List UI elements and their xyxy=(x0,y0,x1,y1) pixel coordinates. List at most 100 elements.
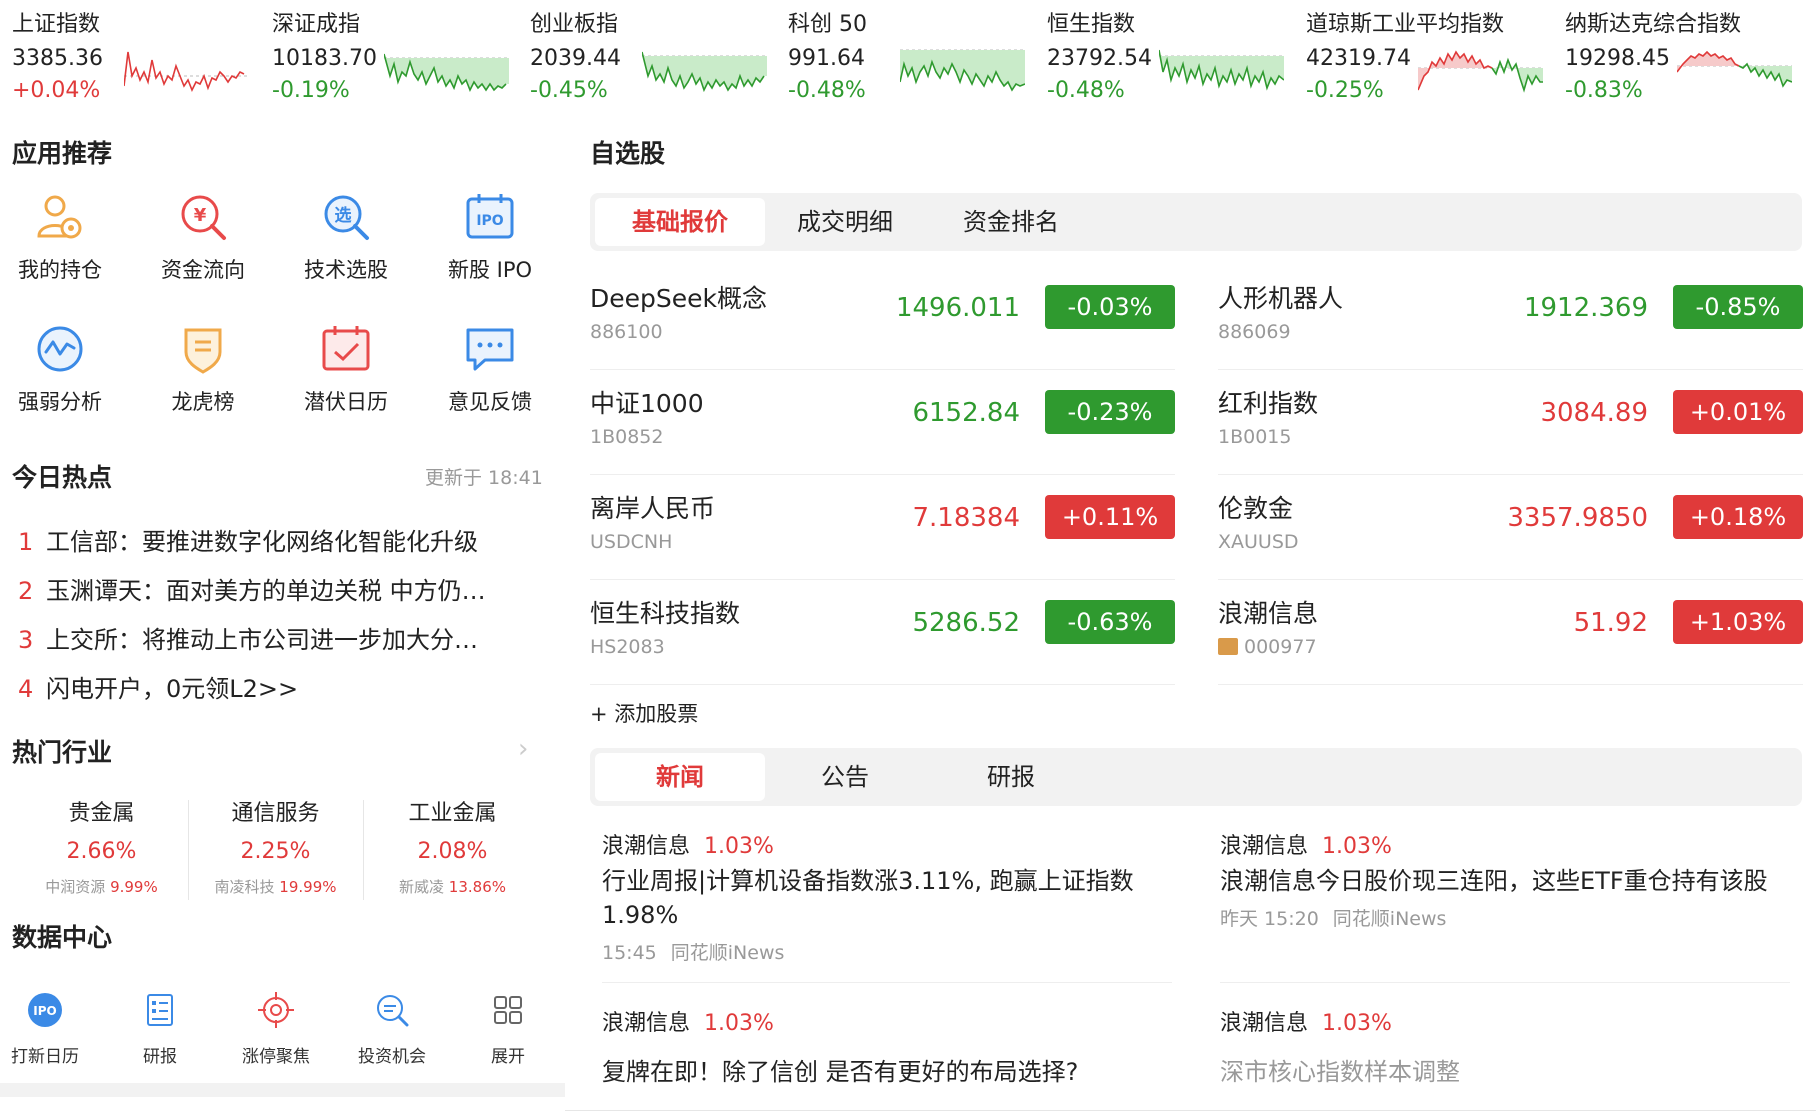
hot-news-text: 工信部：要推进数字化网络化智能化升级 xyxy=(46,528,478,556)
watchlist-row[interactable]: 恒生科技指数 HS2083 5286.52 -0.63% xyxy=(590,580,1175,685)
news-title: 复牌在即！除了信创 是否有更好的布局选择? xyxy=(602,1058,1079,1086)
hot-news-item[interactable]: 1 工信部：要推进数字化网络化智能化升级 xyxy=(18,522,538,557)
app-label: 潜伏日历 xyxy=(304,390,388,414)
hot-news-rank: 3 xyxy=(18,626,34,654)
index-change: -0.45% xyxy=(530,78,608,103)
app-label: 技术选股 xyxy=(304,258,388,282)
hot-news-item[interactable]: 2 玉渊谭天：面对美方的单边关税 中方仍… xyxy=(18,571,538,606)
tab-announcements[interactable]: 公告 xyxy=(760,753,930,801)
news-item[interactable]: 浪潮信息 1.03% 复牌在即！除了信创 是否有更好的布局选择? xyxy=(602,1005,1177,1089)
hot-section-title: 今日热点 xyxy=(12,463,113,492)
industry-card[interactable]: 工业金属 2.08% 新威凌 13.86% xyxy=(365,795,540,897)
calendar-icon xyxy=(322,326,370,371)
app-calendar[interactable]: 潜伏日历 xyxy=(286,322,406,416)
index-card[interactable]: 上证指数 3385.36 +0.04% xyxy=(12,6,270,106)
index-value: 10183.70 xyxy=(272,46,377,71)
ipo-icon: IPO xyxy=(466,194,514,239)
add-stock-button[interactable]: + 添加股票 xyxy=(590,698,698,728)
index-sparkline xyxy=(124,51,249,92)
index-value: 42319.74 xyxy=(1306,46,1411,71)
app-label: 资金流向 xyxy=(161,258,245,282)
industry-name: 贵金属 xyxy=(68,801,135,826)
tab-trade-detail[interactable]: 成交明细 xyxy=(760,198,930,246)
stock-name: 恒生科技指数 xyxy=(590,599,741,628)
index-change: -0.19% xyxy=(272,78,350,103)
report-icon xyxy=(147,994,173,1026)
stock-change-badge: -0.23% xyxy=(1045,390,1175,434)
stock-price: 5286.52 xyxy=(912,608,1020,638)
datacenter-item-expand[interactable]: 展开 xyxy=(458,990,558,1067)
datacenter-item-opportunity[interactable]: 投资机会 xyxy=(342,990,442,1067)
news-item[interactable]: 浪潮信息 1.03% 浪潮信息今日股价现三连阳，这些ETF重仓持有该股 昨天 15… xyxy=(1220,828,1795,931)
app-money-flow[interactable]: ¥ 资金流向 xyxy=(143,190,263,284)
datacenter-label: 投资机会 xyxy=(358,1047,426,1067)
app-label: 强弱分析 xyxy=(18,390,102,414)
news-meta: 15:45 同花顺iNews xyxy=(602,942,785,964)
watchlist-row[interactable]: 人形机器人 886069 1912.369 -0.85% xyxy=(1218,265,1803,370)
tab-capital-ranking[interactable]: 资金排名 xyxy=(926,198,1096,246)
index-card[interactable]: 纳斯达克综合指数 19298.45 -0.83% xyxy=(1565,6,1816,106)
watchlist-row[interactable]: 红利指数 1B0015 3084.89 +0.01% xyxy=(1218,370,1803,475)
stock-code: 886100 xyxy=(590,321,663,343)
news-item[interactable]: 浪潮信息 1.03% 深市核心指数样本调整 xyxy=(1220,1005,1795,1089)
app-stock-picker[interactable]: 选 技术选股 xyxy=(286,190,406,284)
index-card[interactable]: 恒生指数 23792.54 -0.48% xyxy=(1047,6,1305,106)
index-card[interactable]: 深证成指 10183.70 -0.19% xyxy=(272,6,530,106)
watchlist-row[interactable]: DeepSeek概念 886100 1496.011 -0.03% xyxy=(590,265,1175,370)
chevron-right-icon[interactable]: › xyxy=(518,734,528,764)
index-name: 上证指数 xyxy=(12,12,101,37)
strength-analysis-icon xyxy=(37,326,83,372)
app-strength-analysis[interactable]: 强弱分析 xyxy=(0,322,120,416)
news-item[interactable]: 浪潮信息 1.03% 行业周报|计算机设备指数涨3.11%, 跑赢上证指数1.98… xyxy=(602,828,1177,965)
app-dragon-tiger[interactable]: 龙虎榜 xyxy=(143,322,263,416)
index-change: +0.04% xyxy=(12,78,101,103)
news-title: 浪潮信息今日股价现三连阳，这些ETF重仓持有该股 xyxy=(1220,867,1768,895)
stock-name: 伦敦金 xyxy=(1218,494,1294,523)
tab-news[interactable]: 新闻 xyxy=(595,753,765,801)
hot-news-item[interactable]: 4 闪电开户，0元领L2>> xyxy=(18,669,538,704)
tab-research[interactable]: 研报 xyxy=(926,753,1096,801)
money-flow-icon: ¥ xyxy=(181,195,226,240)
app-ipo[interactable]: IPO 新股 IPO xyxy=(430,190,550,284)
svg-text:¥: ¥ xyxy=(194,205,207,226)
industry-name: 工业金属 xyxy=(408,801,497,826)
datacenter-label: 研报 xyxy=(143,1047,177,1067)
stock-code-with-badge: 000977 xyxy=(1218,636,1317,658)
index-sparkline xyxy=(642,51,767,93)
watchlist-row[interactable]: 中证1000 1B0852 6152.84 -0.23% xyxy=(590,370,1175,475)
index-name: 恒生指数 xyxy=(1047,12,1136,37)
svg-text:IPO: IPO xyxy=(33,1004,56,1018)
stock-change-badge: +1.03% xyxy=(1673,600,1803,644)
divider xyxy=(602,982,1172,983)
datacenter-item-limit-up[interactable]: 涨停聚焦 xyxy=(226,990,326,1067)
hot-news-item[interactable]: 3 上交所：将推动上市公司进一步加大分… xyxy=(18,620,538,655)
watchlist-row[interactable]: 浪潮信息 000977 51.92 +1.03% xyxy=(1218,580,1803,685)
index-card[interactable]: 道琼斯工业平均指数 42319.74 -0.25% xyxy=(1306,6,1564,106)
datacenter-item-report[interactable]: 研报 xyxy=(110,990,210,1067)
watchlist-row[interactable]: 离岸人民币 USDCNH 7.18384 +0.11% xyxy=(590,475,1175,580)
news-title: 行业周报|计算机设备指数涨3.11%, 跑赢上证指数1.98% xyxy=(602,867,1134,929)
news-stock-tag: 浪潮信息 1.03% xyxy=(1220,1011,1392,1036)
holdings-icon xyxy=(37,195,82,239)
news-stock-tag: 浪潮信息 1.03% xyxy=(602,1011,774,1036)
datacenter-label: 打新日历 xyxy=(11,1047,79,1067)
tab-basic-quote[interactable]: 基础报价 xyxy=(595,198,765,246)
stock-change-badge: -0.03% xyxy=(1045,285,1175,329)
hot-news-text: 玉渊谭天：面对美方的单边关税 中方仍… xyxy=(46,577,486,605)
hot-news-rank: 1 xyxy=(18,528,34,556)
watchlist-tabbar: 基础报价 成交明细 资金排名 xyxy=(590,193,1802,251)
app-feedback[interactable]: 意见反馈 xyxy=(430,322,550,416)
industry-card[interactable]: 贵金属 2.66% 中润资源 9.99% xyxy=(14,795,189,897)
grid-icon xyxy=(494,996,522,1024)
app-holdings[interactable]: 我的持仓 xyxy=(0,190,120,284)
industry-card[interactable]: 通信服务 2.25% 南凌科技 19.99% xyxy=(188,795,363,897)
index-card[interactable]: 科创 50 991.64 -0.48% xyxy=(788,6,1046,106)
stock-code: 1B0015 xyxy=(1218,426,1292,448)
datacenter-item-ipo-calendar[interactable]: IPO 打新日历 xyxy=(0,990,95,1067)
index-value: 991.64 xyxy=(788,46,865,71)
stock-code: 886069 xyxy=(1218,321,1291,343)
stock-name: 红利指数 xyxy=(1218,389,1319,418)
index-card[interactable]: 创业板指 2039.44 -0.45% xyxy=(530,6,788,106)
watchlist-row[interactable]: 伦敦金 XAUUSD 3357.9850 +0.18% xyxy=(1218,475,1803,580)
stock-name: 中证1000 xyxy=(590,389,704,418)
